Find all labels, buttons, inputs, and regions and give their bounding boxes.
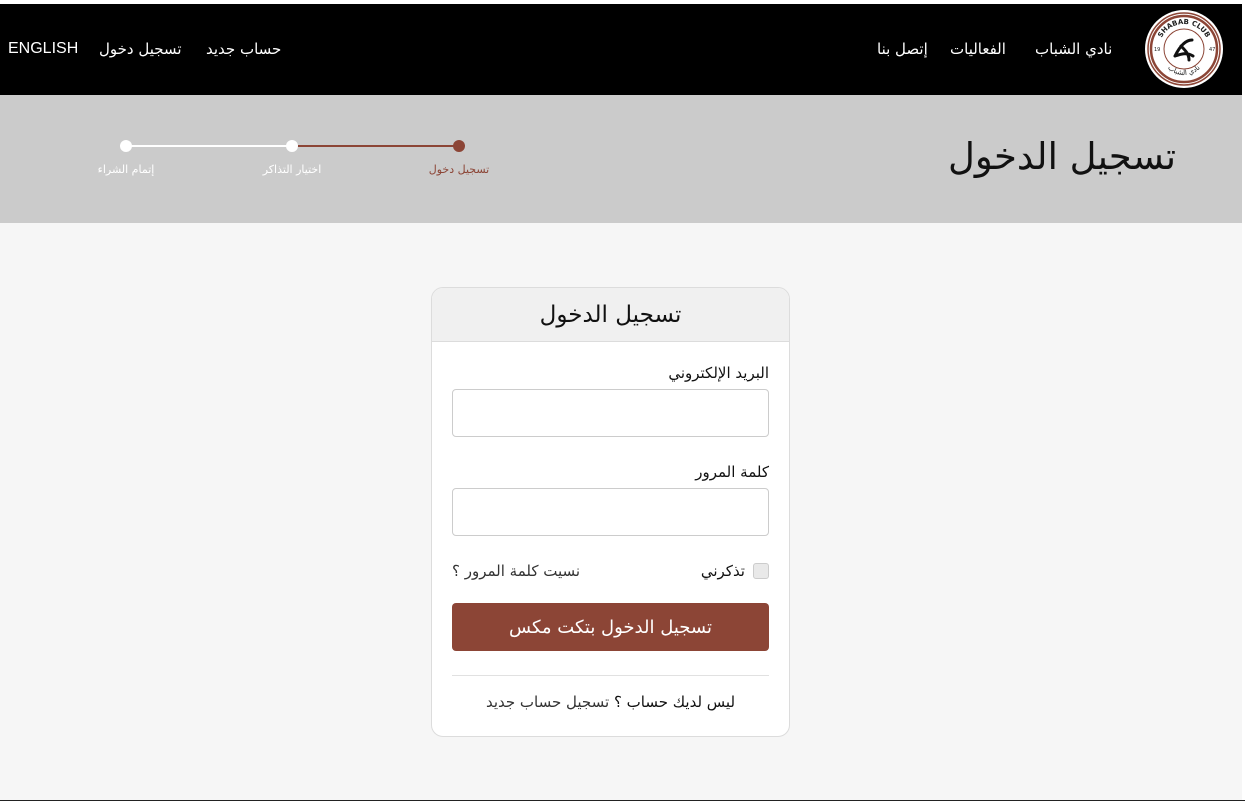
top-navbar: ENGLISH تسجيل دخول حساب جديد إتصل بنا ال… — [0, 4, 1242, 95]
nav-events-link[interactable]: الفعاليات — [950, 40, 1006, 58]
step-dot-checkout — [120, 140, 132, 152]
language-switch-link[interactable]: ENGLISH — [8, 40, 78, 58]
signup-prompt: ليس لديك حساب ؟ تسجيل حساب جديد — [432, 693, 789, 711]
step-dot-login — [453, 140, 465, 152]
progress-line-pending — [126, 145, 292, 147]
remember-me-row: تذكرني — [701, 562, 769, 580]
login-card: تسجيل الدخول البريد الإلكتروني كلمة المر… — [431, 287, 790, 737]
password-field[interactable] — [452, 488, 769, 536]
nav-club-link[interactable]: نادي الشباب — [1035, 40, 1112, 58]
forgot-password-link[interactable]: نسيت كلمة المرور ؟ — [452, 562, 580, 580]
progress-line-done — [292, 145, 459, 147]
email-label: البريد الإلكتروني — [668, 364, 769, 382]
logo-year-left: 19 — [1154, 47, 1160, 53]
no-account-text: ليس لديك حساب ؟ — [609, 693, 736, 711]
nav-contact-link[interactable]: إتصل بنا — [877, 40, 928, 58]
shabab-crest-icon: SHABAB CLUB نادي الشباب 19 47 — [1147, 12, 1221, 86]
step-label-checkout: إتمام الشراء — [97, 163, 155, 176]
nav-register-link[interactable]: حساب جديد — [206, 40, 281, 58]
step-label-tickets: اختيار التذاكر — [262, 163, 322, 176]
login-card-title: تسجيل الدخول — [432, 288, 789, 342]
checkout-progress-steps: تسجيل دخول اختيار التذاكر إتمام الشراء — [0, 95, 600, 223]
nav-login-link[interactable]: تسجيل دخول — [99, 40, 182, 58]
step-label-login: تسجيل دخول — [428, 163, 490, 176]
remember-me-label[interactable]: تذكرني — [701, 562, 745, 580]
page-title: تسجيل الدخول — [948, 135, 1176, 178]
club-logo[interactable]: SHABAB CLUB نادي الشباب 19 47 — [1145, 10, 1223, 88]
step-dot-tickets — [286, 140, 298, 152]
logo-year-right: 47 — [1209, 47, 1215, 53]
signup-link[interactable]: تسجيل حساب جديد — [486, 693, 609, 711]
login-submit-button[interactable]: تسجيل الدخول بتكت مكس — [452, 603, 769, 651]
card-divider — [452, 675, 769, 676]
page-banner: تسجيل الدخول تسجيل دخول اختيار التذاكر إ… — [0, 95, 1242, 223]
remember-me-checkbox[interactable] — [753, 563, 769, 579]
password-label: كلمة المرور — [695, 463, 769, 481]
email-field[interactable] — [452, 389, 769, 437]
